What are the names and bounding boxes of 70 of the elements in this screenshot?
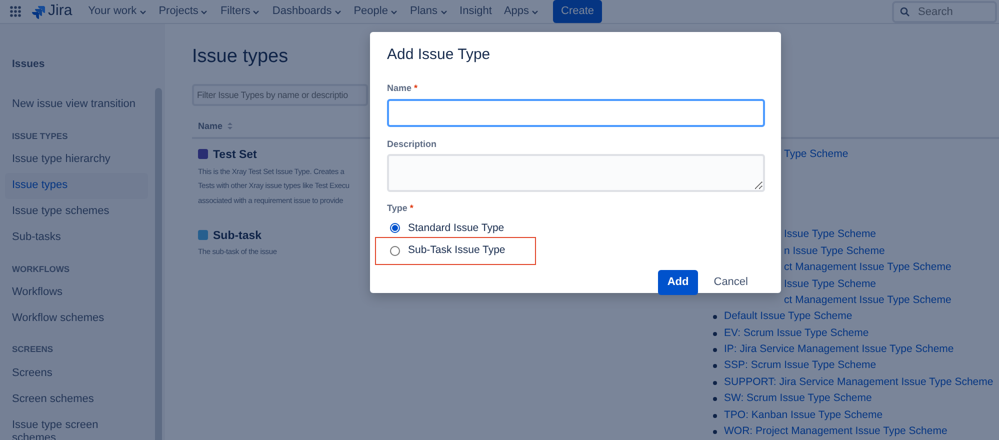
app-grid-icon[interactable]	[10, 6, 21, 17]
scheme-link[interactable]: Issue Type Scheme	[784, 276, 876, 292]
nav-menu[interactable]: Your work	[82, 1, 153, 22]
scheme-link[interactable]: SW: Scrum Issue Type Scheme	[724, 391, 872, 408]
section-header: SCREENS	[11, 343, 54, 356]
sidebar-title: Issues	[11, 57, 46, 72]
scheme-link[interactable]: Issue Type Scheme	[784, 227, 876, 244]
scheme-link[interactable]: WOR: Project Management Issue Type Scheme	[724, 424, 948, 440]
nav-menu[interactable]: People	[348, 1, 404, 22]
scheme-link[interactable]: SSP: Scrum Issue Type Scheme	[724, 358, 876, 374]
scheme-link[interactable]: EV: Scrum Issue Type Scheme	[724, 326, 869, 342]
bullet-icon	[713, 414, 717, 418]
scheme-link[interactable]: IP: Jira Service Management Issue Type Scheme	[724, 342, 954, 358]
radio-button[interactable]	[390, 246, 400, 256]
scheme-link[interactable]: ct Management Issue Type Scheme	[784, 292, 952, 309]
sort-icon[interactable]	[226, 122, 233, 130]
radio-button[interactable]	[390, 223, 400, 234]
page-title: Issue types	[192, 46, 288, 69]
field-label: Description	[387, 138, 438, 151]
sidebar-item[interactable]: Sub-tasks	[5, 224, 148, 250]
scrollbar[interactable]	[155, 88, 162, 440]
sidebar-item[interactable]: Screens	[5, 360, 148, 386]
search-field[interactable]: Search	[892, 0, 997, 22]
sidebar-item[interactable]: Issue type hierarchy	[5, 146, 148, 172]
nav-menu[interactable]: Dashboards	[266, 1, 348, 22]
nav-menu[interactable]: Apps	[498, 1, 546, 22]
section-header: WORKFLOWS	[11, 262, 71, 276]
nav-menu[interactable]: Projects	[152, 1, 214, 22]
dialog-title: Add Issue Type	[387, 46, 492, 64]
scheme-link[interactable]: SUPPORT: Jira Service Management Issue Type Scheme	[724, 374, 994, 391]
create-button[interactable]: Create	[553, 0, 602, 23]
search-icon	[900, 6, 910, 16]
nav-menu[interactable]: Filters	[214, 1, 266, 22]
sidebar-item[interactable]: Issue types	[5, 172, 148, 198]
sidebar-item[interactable]: New issue view transition	[5, 92, 148, 118]
radio-label[interactable]: Standard Issue Type	[408, 220, 504, 236]
bullet-icon	[713, 430, 717, 434]
scheme-link[interactable]: Default Issue Type Scheme	[724, 309, 852, 326]
filter-field[interactable]: Filter Issue Types by name or descriptio	[192, 84, 368, 106]
bullet-icon	[713, 332, 717, 336]
issue-type-name[interactable]: Test Set	[213, 149, 257, 162]
field-label: Name *	[387, 82, 419, 95]
scheme-link[interactable]: Type Scheme	[784, 146, 848, 162]
bullet-icon	[713, 315, 717, 320]
sidebar-item[interactable]: Issue type schemes	[5, 198, 148, 224]
name-field[interactable]	[387, 98, 765, 126]
issue-type-icon	[198, 149, 208, 160]
section-header: ISSUE TYPES	[11, 130, 69, 142]
nav-menu[interactable]: Insight	[454, 1, 498, 22]
issue-type-name[interactable]: Sub-task	[213, 230, 262, 242]
add-button[interactable]: Add	[658, 270, 698, 294]
description-field[interactable]	[387, 154, 765, 192]
column-header[interactable]: Name	[198, 120, 223, 134]
bullet-icon	[713, 380, 717, 385]
bullet-icon	[713, 348, 717, 352]
sidebar-item[interactable]: Workflow schemes	[5, 305, 148, 332]
sidebar-item[interactable]: Workflows	[5, 279, 148, 306]
jira-logo-icon[interactable]	[31, 4, 45, 18]
scheme-link[interactable]: ct Management Issue Type Scheme	[784, 260, 952, 276]
scheme-link[interactable]: TPO: Kanban Issue Type Scheme	[724, 408, 883, 424]
sidebar-item[interactable]: Screen schemes	[5, 386, 148, 412]
cancel-button[interactable]: Cancel	[706, 270, 756, 294]
bullet-icon	[713, 364, 717, 368]
field-label: Type *	[387, 202, 414, 215]
issue-type-icon	[198, 230, 208, 240]
radio-label[interactable]: Sub-Task Issue Type	[408, 243, 506, 259]
logo-text[interactable]: Jira	[48, 0, 72, 23]
nav-menu[interactable]: Plans	[404, 1, 454, 22]
scheme-link[interactable]: n Issue Type Scheme	[784, 244, 885, 260]
bullet-icon	[713, 397, 717, 402]
